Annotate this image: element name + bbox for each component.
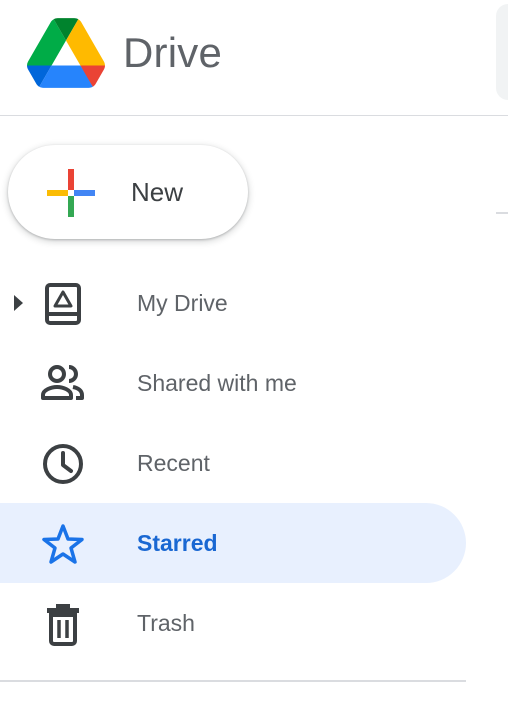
sidebar-item-label: Starred	[137, 530, 218, 556]
new-button[interactable]: New	[8, 145, 248, 239]
sidebar-item-shared-with-me[interactable]: Shared with me	[0, 343, 466, 423]
sidebar-item-recent[interactable]: Recent	[0, 423, 466, 503]
content-divider	[496, 212, 508, 214]
product-name: Drive	[123, 29, 223, 76]
new-button-label: New	[131, 177, 184, 207]
search-bar-edge[interactable]	[496, 4, 508, 100]
my-drive-icon	[45, 283, 81, 325]
header: Drive	[0, 0, 508, 116]
sidebar-item-label: Shared with me	[137, 370, 297, 396]
sidebar-item-label: My Drive	[137, 290, 228, 316]
expand-arrow-icon[interactable]	[11, 293, 25, 313]
sidebar-nav: My Drive Shared with me Recent Starred T…	[0, 263, 466, 663]
trash-icon	[47, 604, 79, 646]
drive-app: Drive New My Drive Shared with me Recent…	[0, 0, 508, 706]
sidebar-item-my-drive[interactable]: My Drive	[0, 263, 466, 343]
sidebar-divider	[0, 680, 466, 682]
star-icon	[42, 524, 84, 564]
sidebar-item-label: Recent	[137, 450, 210, 476]
sidebar-item-starred[interactable]: Starred	[0, 503, 466, 583]
people-icon	[41, 365, 84, 400]
google-drive-logo[interactable]	[27, 18, 105, 88]
plus-multicolor-icon	[47, 169, 95, 217]
sidebar-item-label: Trash	[137, 610, 195, 636]
sidebar-item-trash[interactable]: Trash	[0, 583, 466, 663]
clock-icon	[43, 444, 83, 484]
